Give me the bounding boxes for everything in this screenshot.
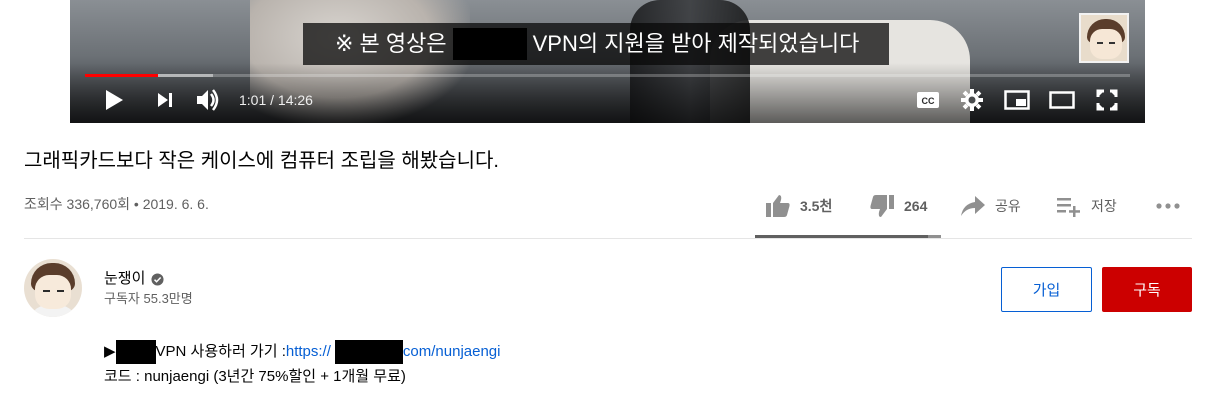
redacted-box <box>115 340 156 364</box>
miniplayer-icon <box>1004 90 1030 110</box>
divider <box>24 238 1192 239</box>
fullscreen-icon <box>1096 89 1118 111</box>
play-button[interactable] <box>100 86 128 114</box>
volume-icon <box>197 89 219 111</box>
theater-mode-button[interactable] <box>1048 86 1076 114</box>
subscriber-count: 구독자 55.3만명 <box>104 291 193 306</box>
description-text: VPN 사용하러 가기 : <box>155 343 286 360</box>
video-title: 그래픽카드보다 작은 케이스에 컴퓨터 조립을 해봤습니다. <box>24 150 499 172</box>
description-line-1: ▶ VPN 사용하러 가기 : https:// com/nunjaengi <box>104 340 500 364</box>
channel-watermark[interactable] <box>1079 13 1129 63</box>
thumbs-up-icon <box>766 195 790 217</box>
save-button[interactable]: 저장 <box>1056 192 1117 220</box>
progress-bar[interactable] <box>85 74 1130 77</box>
thumbs-down-icon <box>870 195 894 217</box>
captions-button[interactable]: CC <box>915 86 941 114</box>
caption-prefix: ※ 본 영상은 <box>335 31 447 56</box>
settings-icon <box>961 89 983 111</box>
channel-name-text[interactable]: 눈쟁이 <box>104 269 145 289</box>
progress-played <box>85 74 159 77</box>
like-button[interactable]: 3.5천 <box>765 192 832 220</box>
caption-text: ※ 본 영상은 VPN의 지원을 받아 제작되었습니다 <box>303 23 890 65</box>
more-horizontal-icon <box>1156 203 1180 209</box>
dislike-button[interactable]: 264 <box>869 192 927 220</box>
fullscreen-button[interactable] <box>1094 86 1120 114</box>
share-icon <box>961 196 985 216</box>
description-line-2: 코드 : nunjaengi (3년간 75%할인 + 1개월 무료) <box>104 368 406 385</box>
next-icon <box>158 93 172 107</box>
next-button[interactable] <box>153 86 177 114</box>
miniplayer-button[interactable] <box>1003 86 1031 114</box>
settings-button[interactable] <box>959 86 985 114</box>
svg-text:CC: CC <box>922 96 935 106</box>
add-to-playlist-icon <box>1057 198 1080 217</box>
verified-icon <box>151 272 164 286</box>
theater-icon <box>1049 91 1075 109</box>
save-label: 저장 <box>1091 198 1117 214</box>
more-actions-button[interactable] <box>1155 192 1181 220</box>
redacted-box <box>452 28 527 60</box>
volume-button[interactable] <box>194 86 222 114</box>
subscribe-button[interactable]: 구독 <box>1102 267 1192 312</box>
like-count: 3.5천 <box>800 198 833 214</box>
captions-icon: CC <box>917 92 939 108</box>
view-count-and-date: 조회수 336,760회 • 2019. 6. 6. <box>24 196 209 212</box>
time-display: 1:01 / 14:26 <box>239 92 313 108</box>
affiliate-link-prefix[interactable]: https:// <box>286 341 331 363</box>
redacted-box <box>334 340 403 364</box>
avatar[interactable] <box>24 259 82 317</box>
dislike-count: 264 <box>904 198 928 214</box>
share-button[interactable]: 공유 <box>960 192 1021 220</box>
video-player[interactable]: ※ 본 영상은 VPN의 지원을 받아 제작되었습니다 1:01 / 14:26… <box>70 0 1145 123</box>
channel-name[interactable]: 눈쟁이 <box>104 269 164 289</box>
caption-suffix: VPN의 지원을 받아 제작되었습니다 <box>532 31 860 56</box>
affiliate-link-suffix[interactable]: com/nunjaengi <box>403 341 501 363</box>
play-icon <box>106 90 123 110</box>
join-button[interactable]: 가입 <box>1001 267 1092 312</box>
arrow-bullet: ▶ <box>104 343 116 360</box>
share-label: 공유 <box>995 198 1021 214</box>
